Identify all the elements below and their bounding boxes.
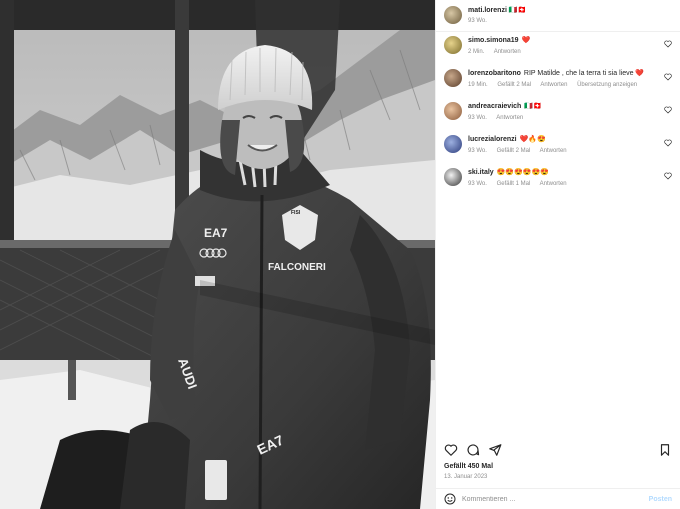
comment-reply-link[interactable]: Antworten [540,82,567,88]
comment-avatar[interactable] [444,36,462,54]
comment-age: 19 Min. [468,82,488,88]
comment-text: RIP Matilde , che la terra ti sia lieve … [523,70,645,77]
post-photo[interactable]: EA7 FALCONERI FISI EA7 AUDI [0,0,435,509]
author-flags: 🇮🇹🇨🇭 [508,7,527,14]
post-caption: mati.lorenzi 🇮🇹🇨🇭 93 Wo. [436,0,680,32]
comment-text: 🇮🇹🇨🇭 [524,103,542,110]
comment-item: lorenzobaritono RIP Matilde , che la terr… [436,69,680,102]
jacket-brand-text: EA7 [204,226,228,240]
federation-text: FISI [291,210,301,216]
comment-likes[interactable]: Gefällt 2 Mal [497,82,531,88]
save-bookmark-icon[interactable] [658,443,672,457]
comment-translate-link[interactable]: Übersetzung anzeigen [577,82,637,88]
comment-list: simo.simona19 ❤️ 2 Min. Antworten lorenzo… [436,32,680,201]
instagram-post: EA7 FALCONERI FISI EA7 AUDI mati.lorenzi… [0,0,680,509]
photo-illustration: EA7 FALCONERI FISI EA7 AUDI [0,0,435,509]
comment-text: 😍😍😍😍😍😍 [496,169,549,176]
caption-age: 93 Wo. [468,18,487,24]
post-actions [436,440,680,460]
comment-username[interactable]: ski.italy [468,169,494,176]
comment-age: 93 Wo. [468,181,487,187]
comment-item: andreacraievich 🇮🇹🇨🇭 93 Wo. Antworten [436,102,680,135]
comment-age: 93 Wo. [468,115,487,121]
comment-username[interactable]: andreacraievich [468,103,521,110]
emoji-smiley-icon[interactable] [444,493,456,505]
comment-age: 93 Wo. [468,148,487,154]
comment-bubble-icon[interactable] [466,443,480,457]
like-comment-heart-icon[interactable] [664,40,672,48]
comment-avatar[interactable] [444,135,462,153]
like-comment-heart-icon[interactable] [664,73,672,81]
post-date: 13. Januar 2023 [444,474,488,480]
like-count[interactable]: Gefällt 450 Mal [444,463,493,470]
post-panel: mati.lorenzi 🇮🇹🇨🇭 93 Wo. simo.simona19 ❤️… [435,0,680,509]
comment-reply-link[interactable]: Antworten [496,115,523,121]
comment-avatar[interactable] [444,168,462,186]
comment-item: simo.simona19 ❤️ 2 Min. Antworten [436,36,680,69]
comment-reply-link[interactable]: Antworten [540,148,567,154]
comment-likes[interactable]: Gefällt 2 Mal [497,148,531,154]
post-comment-button[interactable]: Posten [649,496,672,503]
like-comment-heart-icon[interactable] [664,172,672,180]
share-paper-plane-icon[interactable] [488,443,502,457]
comment-text: ❤️🔥😍 [519,136,546,143]
comment-username[interactable]: lucrezialorenzi [468,136,517,143]
comment-input[interactable] [462,495,649,503]
comment-avatar[interactable] [444,69,462,87]
like-comment-heart-icon[interactable] [664,139,672,147]
like-comment-heart-icon[interactable] [664,106,672,114]
comment-likes[interactable]: Gefällt 1 Mal [497,181,531,187]
author-avatar[interactable] [444,6,462,24]
comment-text: ❤️ [521,37,531,44]
comment-avatar[interactable] [444,102,462,120]
comment-age: 2 Min. [468,49,485,55]
author-username[interactable]: mati.lorenzi [468,7,507,14]
comment-reply-link[interactable]: Antworten [540,181,567,187]
comment-reply-link[interactable]: Antworten [494,49,521,55]
like-heart-icon[interactable] [444,443,458,457]
comment-item: lucrezialorenzi ❤️🔥😍 93 Wo. Gefällt 2 Mal… [436,135,680,168]
comment-item: ski.italy 😍😍😍😍😍😍 93 Wo. Gefällt 1 Mal Ant… [436,168,680,201]
comment-username[interactable]: simo.simona19 [468,37,519,44]
jacket-sponsor-text: FALCONERI [268,262,326,273]
comment-username[interactable]: lorenzobaritono [468,70,521,77]
comment-composer: Posten [436,488,680,509]
